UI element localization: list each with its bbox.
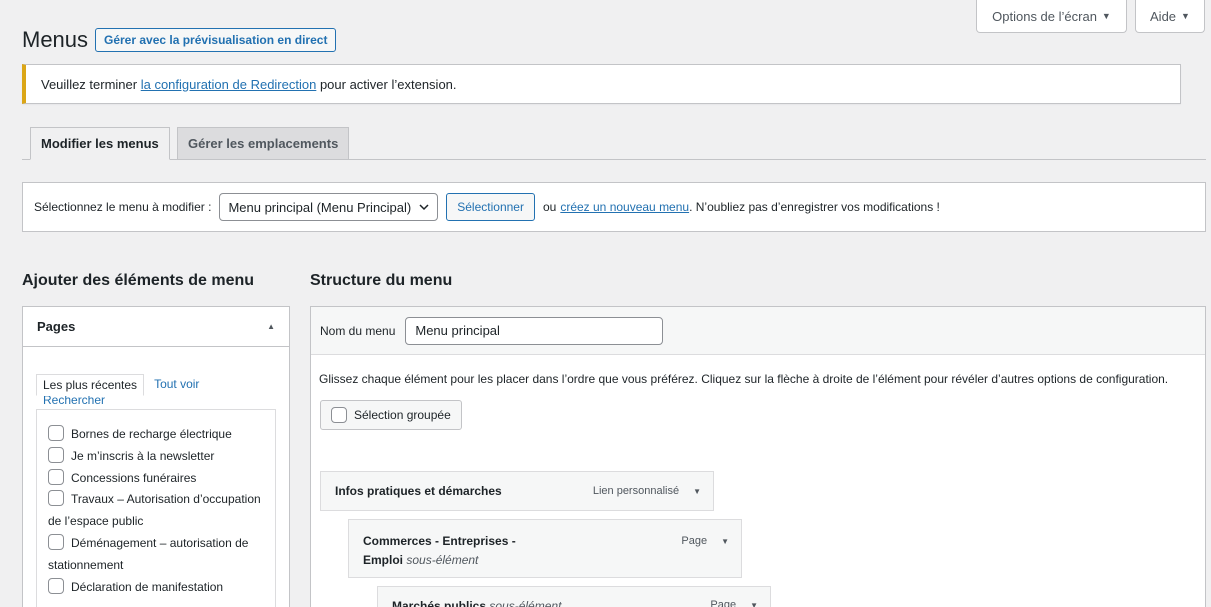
menu-item-sub-label: sous-élément bbox=[406, 553, 479, 567]
list-item[interactable]: Je m’inscris à la newsletter bbox=[48, 446, 275, 468]
menu-item-title: Marchés publics bbox=[392, 599, 487, 607]
menu-item-title: Infos pratiques et démarches bbox=[335, 484, 502, 498]
menu-select-bar: Sélectionnez le menu à modifier : Menu p… bbox=[22, 182, 1206, 232]
menu-name-label: Nom du menu bbox=[320, 323, 396, 338]
screen-options-button[interactable]: Options de l’écran ▼ bbox=[976, 0, 1127, 33]
bulk-select-button[interactable]: Sélection groupée bbox=[320, 400, 462, 430]
tab-manage-locations[interactable]: Gérer les emplacements bbox=[177, 127, 350, 160]
checkbox[interactable] bbox=[48, 425, 64, 441]
add-items-heading: Ajouter des éléments de menu bbox=[22, 272, 255, 289]
menu-item[interactable]: Marchés publics sous-élément Page ▼ bbox=[377, 586, 771, 607]
checkbox[interactable] bbox=[48, 577, 64, 594]
page-label: Bornes de recharge électrique bbox=[71, 427, 232, 441]
page-label: Je m’inscris à la newsletter bbox=[71, 448, 215, 463]
help-label: Aide bbox=[1150, 8, 1177, 24]
instructions-text: Glissez chaque élément pour les placer d… bbox=[319, 372, 1169, 386]
menu-dropdown-value: Menu principal (Menu Principal) bbox=[228, 199, 412, 215]
notice-text-before: Veuillez terminer bbox=[41, 76, 141, 92]
caret-down-icon[interactable]: ▼ bbox=[693, 487, 701, 496]
create-menu-link[interactable]: créez un nouveau menu bbox=[560, 200, 689, 214]
page-label: Travaux – Autorisation d’occupation de l… bbox=[48, 492, 261, 529]
menu-name-row: Nom du menu bbox=[311, 307, 1205, 355]
select-menu-button[interactable]: Sélectionner bbox=[446, 193, 535, 221]
checkbox[interactable] bbox=[48, 490, 64, 507]
checkbox[interactable] bbox=[48, 533, 64, 550]
list-item[interactable]: Travaux – Autorisation d’occupation de l… bbox=[48, 489, 275, 533]
menu-name-input[interactable] bbox=[405, 316, 664, 345]
caret-down-icon: ▼ bbox=[1181, 11, 1190, 21]
menu-item[interactable]: Infos pratiques et démarches Lien person… bbox=[320, 471, 714, 511]
pages-panel-title: Pages bbox=[37, 319, 76, 334]
caret-down-icon[interactable]: ▼ bbox=[750, 601, 758, 607]
tab-view-all[interactable]: Tout voir bbox=[144, 374, 199, 391]
live-preview-button[interactable]: Gérer avec la prévisualisation en direct bbox=[95, 28, 337, 52]
bulk-select-label: Sélection groupée bbox=[354, 408, 451, 422]
menu-item-type: Page ▼ bbox=[681, 532, 729, 577]
menu-item-sub-label: sous-élément bbox=[489, 599, 562, 607]
menu-select-label: Sélectionnez le menu à modifier : bbox=[34, 200, 212, 214]
caret-down-icon: ▼ bbox=[1101, 11, 1111, 21]
tab-most-recent[interactable]: Les plus récentes bbox=[36, 374, 145, 396]
list-item[interactable]: Concessions funéraires bbox=[48, 468, 275, 490]
page-title: Menus bbox=[22, 27, 89, 52]
pages-panel-header[interactable]: Pages ▲ bbox=[23, 307, 289, 347]
menu-item-type: Page ▼ bbox=[710, 599, 758, 607]
pages-checklist: Bornes de recharge électrique Je m’inscr… bbox=[36, 409, 276, 607]
chevron-down-icon bbox=[419, 203, 429, 210]
checkbox[interactable] bbox=[48, 446, 64, 463]
list-item[interactable]: Déclaration de manifestation bbox=[48, 577, 275, 599]
redirection-notice: Veuillez terminer la configuration de Re… bbox=[22, 64, 1181, 104]
menu-dropdown[interactable]: Menu principal (Menu Principal) bbox=[219, 193, 439, 221]
save-reminder-text: . N’oubliez pas d’enregistrer vos modifi… bbox=[689, 200, 940, 214]
notice-text-after: pour activer l’extension. bbox=[316, 76, 457, 92]
redirection-config-link[interactable]: la configuration de Redirection bbox=[141, 77, 317, 92]
list-item[interactable]: Déménagement – autorisation de stationne… bbox=[48, 533, 275, 577]
page-label: Déclaration de manifestation bbox=[71, 579, 224, 594]
structure-heading: Structure du menu bbox=[310, 272, 453, 289]
screen-options-label: Options de l’écran bbox=[992, 8, 1097, 24]
menu-item-type-label: Page bbox=[681, 535, 708, 547]
checkbox[interactable] bbox=[48, 468, 64, 485]
help-button[interactable]: Aide ▼ bbox=[1135, 0, 1205, 33]
menu-item-type-label: Page bbox=[710, 599, 737, 607]
menu-item[interactable]: Commerces - Entreprises - Emploi sous-él… bbox=[348, 519, 742, 578]
tab-edit-menus[interactable]: Modifier les menus bbox=[30, 127, 170, 160]
pages-panel: Pages ▲ Les plus récentes Tout voir Rech… bbox=[22, 306, 290, 607]
checkbox[interactable] bbox=[331, 407, 347, 423]
menu-item-type: Lien personnalisé ▼ bbox=[593, 485, 701, 497]
collapse-icon[interactable]: ▲ bbox=[267, 322, 275, 331]
page-label: Concessions funéraires bbox=[71, 470, 197, 485]
caret-down-icon[interactable]: ▼ bbox=[721, 537, 729, 546]
page-label: Déménagement – autorisation de stationne… bbox=[48, 535, 249, 572]
menu-item-type-label: Lien personnalisé bbox=[592, 485, 680, 497]
list-item[interactable]: Bornes de recharge électrique bbox=[48, 424, 275, 446]
or-text: ou bbox=[542, 200, 557, 214]
